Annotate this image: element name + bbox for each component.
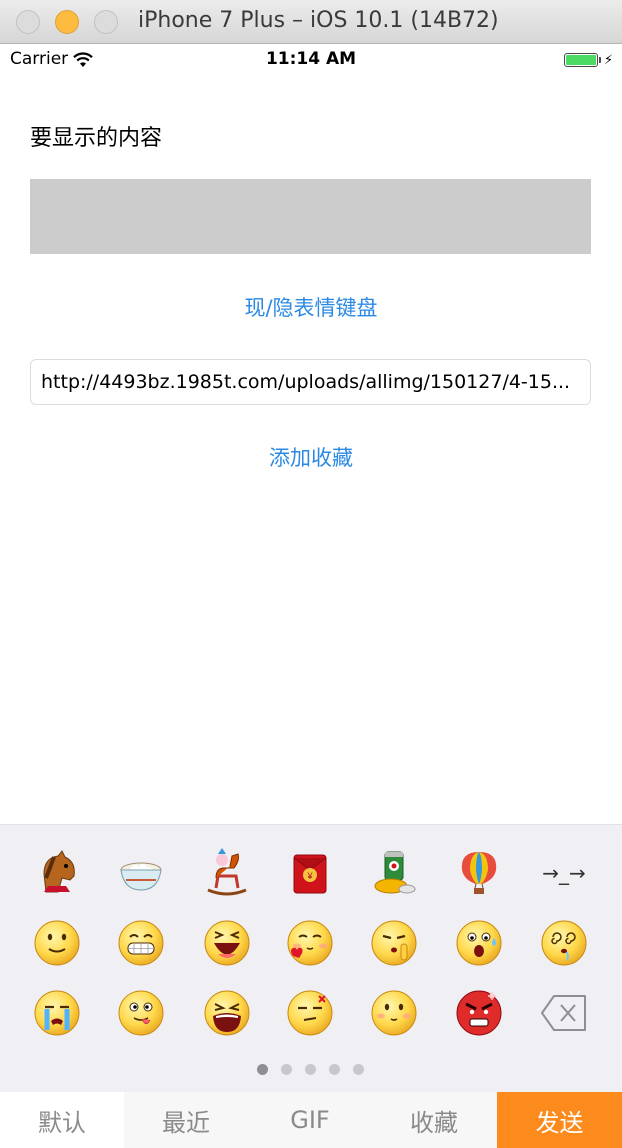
toggle-emoji-keyboard-button[interactable]: 现/隐表情键盘 — [0, 292, 622, 322]
rice-ball-bowl-icon[interactable] — [111, 843, 171, 903]
window-title: iPhone 7 Plus – iOS 10.1 (14B72) — [138, 8, 499, 33]
laugh-face-icon[interactable] — [197, 913, 257, 973]
content-title: 要显示的内容 — [30, 126, 163, 151]
angry-face-icon[interactable] — [449, 983, 509, 1043]
beer-can-icon[interactable] — [364, 843, 424, 903]
grin-face-icon[interactable] — [111, 913, 171, 973]
dizzy-face-icon[interactable] — [534, 913, 594, 973]
window-zoom-button[interactable] — [94, 10, 118, 34]
tab-recent[interactable]: 最近 — [124, 1092, 248, 1148]
scream-face-icon[interactable] — [197, 983, 257, 1043]
page-dot[interactable] — [281, 1064, 292, 1075]
arrow-symbol-text: →_→ — [542, 861, 586, 885]
rocking-horse-icon[interactable] — [197, 843, 257, 903]
window-close-button[interactable] — [16, 10, 40, 34]
horse-head-icon[interactable] — [27, 843, 87, 903]
send-button[interactable]: 发送 — [497, 1092, 622, 1148]
page-dot[interactable] — [353, 1064, 364, 1075]
simulator-title-bar: iPhone 7 Plus – iOS 10.1 (14B72) — [0, 0, 622, 44]
emoji-display-area — [30, 179, 591, 254]
page-dot[interactable] — [257, 1064, 268, 1075]
smile-face-icon[interactable] — [27, 913, 87, 973]
add-favorite-button[interactable]: 添加收藏 — [0, 442, 622, 472]
annoyed-face-icon[interactable] — [280, 983, 340, 1043]
page-dot[interactable] — [329, 1064, 340, 1075]
arrow-symbol[interactable]: →_→ — [534, 843, 594, 903]
status-bar: Carrier 11:14 AM ⚡ — [0, 44, 622, 76]
tab-gif[interactable]: GIF — [248, 1092, 372, 1148]
emoji-tab-bar: 默认 最近 GIF 收藏 发送 — [0, 1092, 622, 1148]
page-control — [0, 1064, 622, 1076]
shock-face-icon[interactable] — [449, 913, 509, 973]
crying-face-icon[interactable] — [27, 983, 87, 1043]
tab-default[interactable]: 默认 — [0, 1092, 124, 1148]
window-minimize-button[interactable] — [55, 10, 79, 34]
hot-air-balloon-icon[interactable] — [449, 843, 509, 903]
status-time: 11:14 AM — [265, 49, 357, 69]
shush-face-icon[interactable] — [364, 913, 424, 973]
page-dot[interactable] — [305, 1064, 316, 1075]
image-url-field[interactable] — [30, 359, 591, 405]
charging-bolt-icon: ⚡ — [604, 53, 614, 68]
tab-favorites[interactable]: 收藏 — [372, 1092, 496, 1148]
delete-key-icon[interactable] — [534, 983, 594, 1043]
tongue-face-icon[interactable] — [111, 983, 171, 1043]
svg-text:¥: ¥ — [306, 871, 313, 881]
battery-icon — [564, 53, 598, 67]
battery-cap — [599, 57, 601, 63]
blush-face-icon[interactable] — [364, 983, 424, 1043]
red-envelope-icon[interactable]: ¥ — [280, 843, 340, 903]
heart-blush-face-icon[interactable] — [280, 913, 340, 973]
